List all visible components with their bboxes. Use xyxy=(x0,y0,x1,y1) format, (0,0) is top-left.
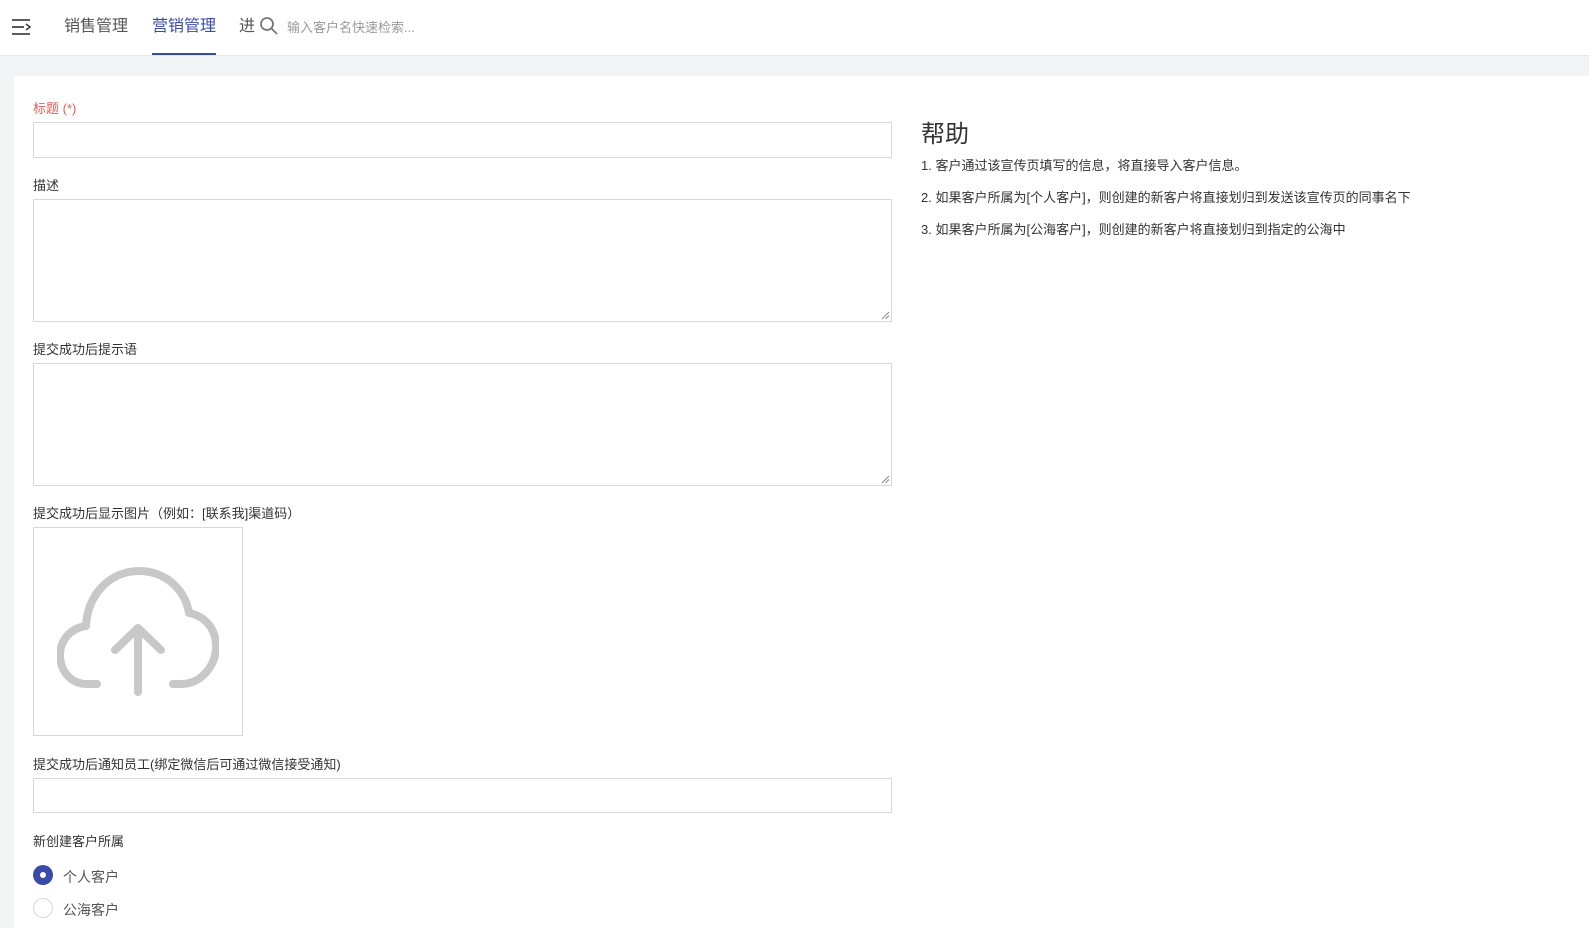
resize-grip-icon[interactable] xyxy=(880,474,890,484)
description-label: 描述 xyxy=(33,178,60,193)
top-navbar: 销售管理 营销管理 进 xyxy=(0,0,1589,56)
radio-public-pool-customer[interactable] xyxy=(33,898,53,918)
search-icon[interactable] xyxy=(259,16,279,36)
cloud-upload-icon xyxy=(57,567,219,696)
help-item: 2. 如果客户所属为[个人客户]，则创建的新客户将直接划归到发送该宣传页的同事名… xyxy=(921,190,1411,205)
tab-marketing-management[interactable]: 营销管理 xyxy=(152,0,217,56)
radio-public-pool-customer-label[interactable]: 公海客户 xyxy=(63,900,119,920)
customer-owner-label: 新创建客户所属 xyxy=(33,834,125,849)
radio-personal-customer[interactable] xyxy=(33,865,53,885)
tab-sales-management[interactable]: 销售管理 xyxy=(64,0,128,56)
title-label: 标题 (*) xyxy=(33,101,77,116)
notify-staff-input[interactable] xyxy=(33,778,892,813)
help-item: 1. 客户通过该宣传页填写的信息，将直接导入客户信息。 xyxy=(921,158,1248,173)
success-image-label: 提交成功后显示图片（例如：[联系我]渠道码） xyxy=(33,506,301,521)
image-upload-area[interactable] xyxy=(33,527,243,736)
customer-search-input[interactable] xyxy=(287,14,587,40)
success-message-label: 提交成功后提示语 xyxy=(33,342,138,357)
success-message-textarea[interactable] xyxy=(33,363,892,486)
help-title: 帮助 xyxy=(921,121,969,148)
title-input[interactable] xyxy=(33,122,892,158)
resize-grip-icon[interactable] xyxy=(880,310,890,320)
description-textarea[interactable] xyxy=(33,199,892,322)
radio-personal-customer-label[interactable]: 个人客户 xyxy=(63,867,119,887)
notify-staff-label: 提交成功后通知员工(绑定微信后可通过微信接受通知) xyxy=(33,757,341,772)
tab-next[interactable]: 进 xyxy=(239,0,255,56)
menu-toggle-icon[interactable] xyxy=(11,16,33,38)
help-item: 3. 如果客户所属为[公海客户]，则创建的新客户将直接划归到指定的公海中 xyxy=(921,222,1346,237)
